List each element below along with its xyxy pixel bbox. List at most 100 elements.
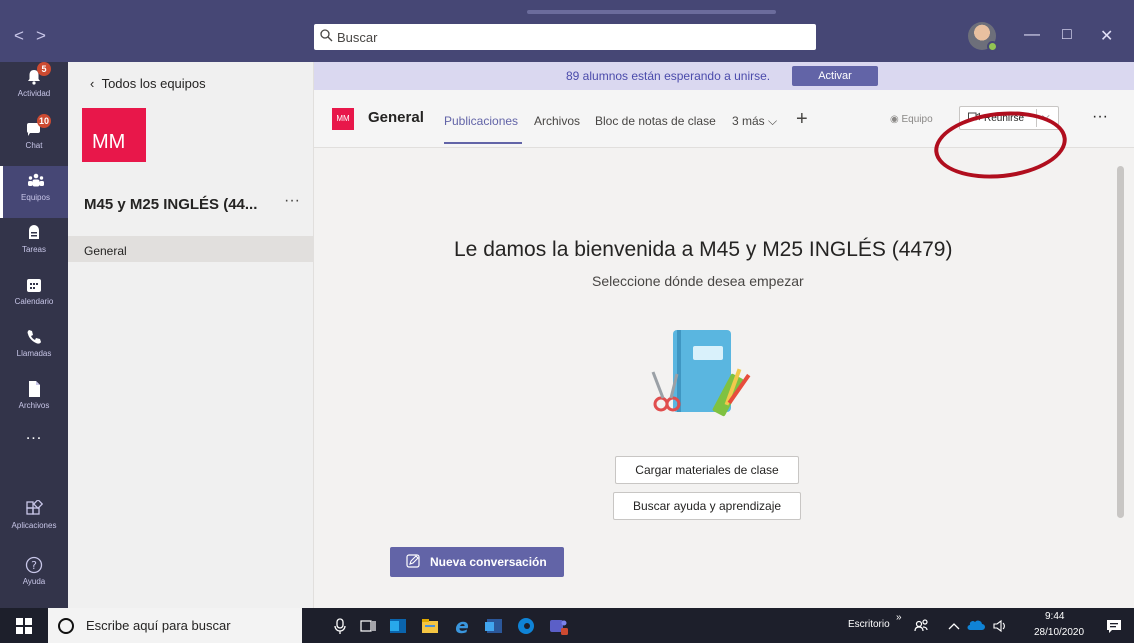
edge-legacy-icon[interactable]: e (452, 614, 472, 638)
waiting-banner: 89 alumnos están esperando a unirse. Act… (314, 62, 1134, 90)
search-icon (320, 29, 333, 45)
rail-label: Calendario (14, 297, 54, 306)
rail-item-ayuda[interactable]: ? Ayuda (0, 550, 68, 602)
calendar-icon (25, 276, 43, 294)
welcome-title: Le damos la bienvenida a M45 y M25 INGLÉ… (454, 238, 953, 261)
drag-handle[interactable] (527, 10, 776, 14)
back-arrow-button[interactable]: < (14, 26, 36, 45)
team-more-button[interactable]: ··· (284, 192, 300, 210)
activity-badge: 5 (37, 62, 51, 76)
bell-icon: 5 (25, 62, 51, 86)
presence-icon (987, 41, 998, 52)
taskbar-search-input[interactable]: Escribe aquí para buscar (48, 608, 302, 643)
channel-item-general[interactable]: General (68, 236, 314, 262)
maximize-button[interactable]: □ (1062, 26, 1072, 44)
tab-publicaciones[interactable]: Publicaciones (444, 114, 518, 128)
help-icon: ? (25, 556, 43, 574)
rail-label: Chat (25, 141, 43, 150)
more-apps-icon: ... (25, 426, 43, 443)
close-button[interactable]: ✕ (1100, 26, 1113, 46)
team-info-button[interactable]: ◉ Equipo (890, 114, 933, 125)
rail-item-equipos[interactable]: Equipos (0, 166, 68, 218)
history-nav: <> (14, 26, 58, 46)
scrollbar[interactable] (1117, 166, 1124, 518)
title-bar: <> Buscar — □ ✕ (0, 0, 1134, 62)
avatar[interactable] (968, 22, 998, 52)
clock-date[interactable]: 28/10/2020 (1034, 627, 1084, 638)
windows-start-button[interactable] (16, 618, 32, 634)
phone-icon (25, 328, 43, 346)
active-tab-indicator (444, 142, 522, 144)
word-icon[interactable] (484, 616, 504, 636)
toolbar-expand-chevron[interactable]: » (896, 612, 902, 623)
activate-button[interactable]: Activar (792, 66, 878, 86)
desktop-toolbar-label[interactable]: Escritorio (848, 619, 890, 630)
chat-badge: 10 (37, 114, 51, 128)
volume-icon[interactable] (990, 616, 1010, 636)
rail-item-aplicaciones[interactable]: Aplicaciones (0, 494, 68, 546)
teams-icon (27, 172, 45, 190)
rail-item-chat[interactable]: 10 Chat (0, 114, 68, 166)
team-info-label: Equipo (901, 114, 933, 125)
onedrive-icon[interactable] (966, 616, 986, 636)
search-placeholder: Buscar (337, 29, 378, 45)
all-teams-link[interactable]: ‹ Todos los equipos (90, 76, 206, 91)
clock-time[interactable]: 9:44 (1045, 611, 1064, 622)
rail-label: Ayuda (22, 577, 46, 586)
new-conversation-button[interactable]: Nueva conversación (390, 547, 564, 577)
file-explorer-icon[interactable] (420, 616, 440, 636)
chat-icon: 10 (25, 114, 51, 138)
tab-more[interactable]: 3 más ⌵ (732, 114, 777, 129)
rail-item-calendario[interactable]: Calendario (0, 270, 68, 322)
app-rail: 5 Actividad 10 Chat Equipos Tareas Calen… (0, 62, 68, 608)
team-name: M45 y M25 INGLÉS (44... (84, 196, 258, 213)
minimize-button[interactable]: — (1024, 26, 1040, 44)
rail-label: Actividad (17, 89, 51, 98)
channel-name: General (368, 109, 424, 126)
rail-label: Llamadas (16, 349, 52, 358)
compose-icon (406, 553, 420, 571)
microphone-icon[interactable] (330, 616, 350, 636)
eye-icon: ◉ (890, 114, 902, 125)
banner-text: 89 alumnos están esperando a unirse. (566, 69, 771, 83)
rail-item-llamadas[interactable]: Llamadas (0, 322, 68, 374)
file-icon (25, 380, 43, 398)
rail-item-more[interactable]: ... (0, 422, 68, 474)
find-help-button[interactable]: Buscar ayuda y aprendizaje (613, 492, 801, 520)
notification-center-icon[interactable] (1104, 616, 1124, 636)
new-conversation-label: Nueva conversación (430, 555, 547, 569)
search-input[interactable]: Buscar (314, 24, 816, 50)
channel-more-button[interactable]: ··· (1092, 108, 1108, 126)
channel-team-avatar: MM (332, 108, 354, 130)
rail-item-actividad[interactable]: 5 Actividad (0, 62, 68, 114)
rail-label: Aplicaciones (11, 521, 57, 530)
tab-archivos[interactable]: Archivos (534, 114, 580, 128)
rail-item-archivos[interactable]: Archivos (0, 374, 68, 426)
taskbar-search-placeholder: Escribe aquí para buscar (86, 618, 231, 633)
people-icon[interactable] (912, 616, 932, 636)
rail-label: Archivos (18, 401, 50, 410)
forward-arrow-button[interactable]: > (36, 26, 58, 45)
chevron-left-icon: ‹ (90, 76, 102, 91)
rail-item-tareas[interactable]: Tareas (0, 218, 68, 270)
teams-app-icon[interactable] (548, 616, 568, 636)
rail-label: Tareas (21, 245, 46, 254)
rail-label: Equipos (21, 193, 50, 202)
apps-icon (25, 498, 44, 518)
windows-taskbar: Escribe aquí para buscar e Escritorio » … (0, 608, 1134, 643)
notebook-illustration (647, 322, 767, 427)
outlook-icon[interactable] (388, 616, 408, 636)
add-tab-button[interactable]: + (796, 108, 808, 131)
team-avatar: MM (82, 108, 146, 162)
svg-text:?: ? (31, 559, 37, 572)
task-view-icon[interactable] (358, 616, 378, 636)
chevron-up-icon[interactable] (944, 616, 964, 636)
teams-panel: ‹ Todos los equipos MM M45 y M25 INGLÉS … (68, 62, 314, 608)
svg-text:e: e (455, 616, 469, 636)
assignments-icon (25, 224, 43, 242)
tab-bloc-de-notas[interactable]: Bloc de notas de clase (595, 114, 716, 128)
edge-icon[interactable] (516, 616, 536, 636)
all-teams-label: Todos los equipos (101, 76, 206, 91)
upload-materials-button[interactable]: Cargar materiales de clase (615, 456, 799, 484)
cortana-icon (58, 617, 74, 634)
